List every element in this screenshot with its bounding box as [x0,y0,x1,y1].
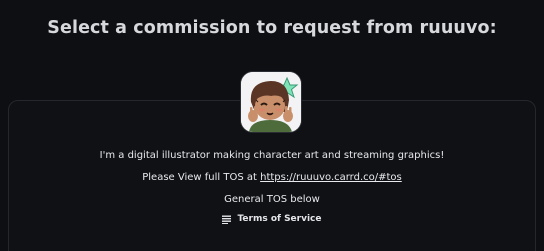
terms-of-service-button[interactable]: Terms of Service [222,214,322,224]
commission-page: Select a commission to request from ruuu… [0,0,544,251]
terms-row: Terms of Service [0,214,544,227]
tos-link[interactable]: https://ruuuvo.carrd.co/#tos [260,172,402,183]
avatar-illustration [241,72,301,132]
page-title: Select a commission to request from ruuu… [47,18,497,38]
artist-avatar [241,72,301,132]
tos-notice: Please View full TOS at https://ruuuvo.c… [0,172,544,183]
tos-notice-prefix: Please View full TOS at [142,172,261,183]
bio-description: I'm a digital illustrator making charact… [99,150,445,161]
terms-of-service-label: Terms of Service [237,214,322,224]
general-tos-label: General TOS below [224,194,320,205]
list-icon [222,215,232,224]
